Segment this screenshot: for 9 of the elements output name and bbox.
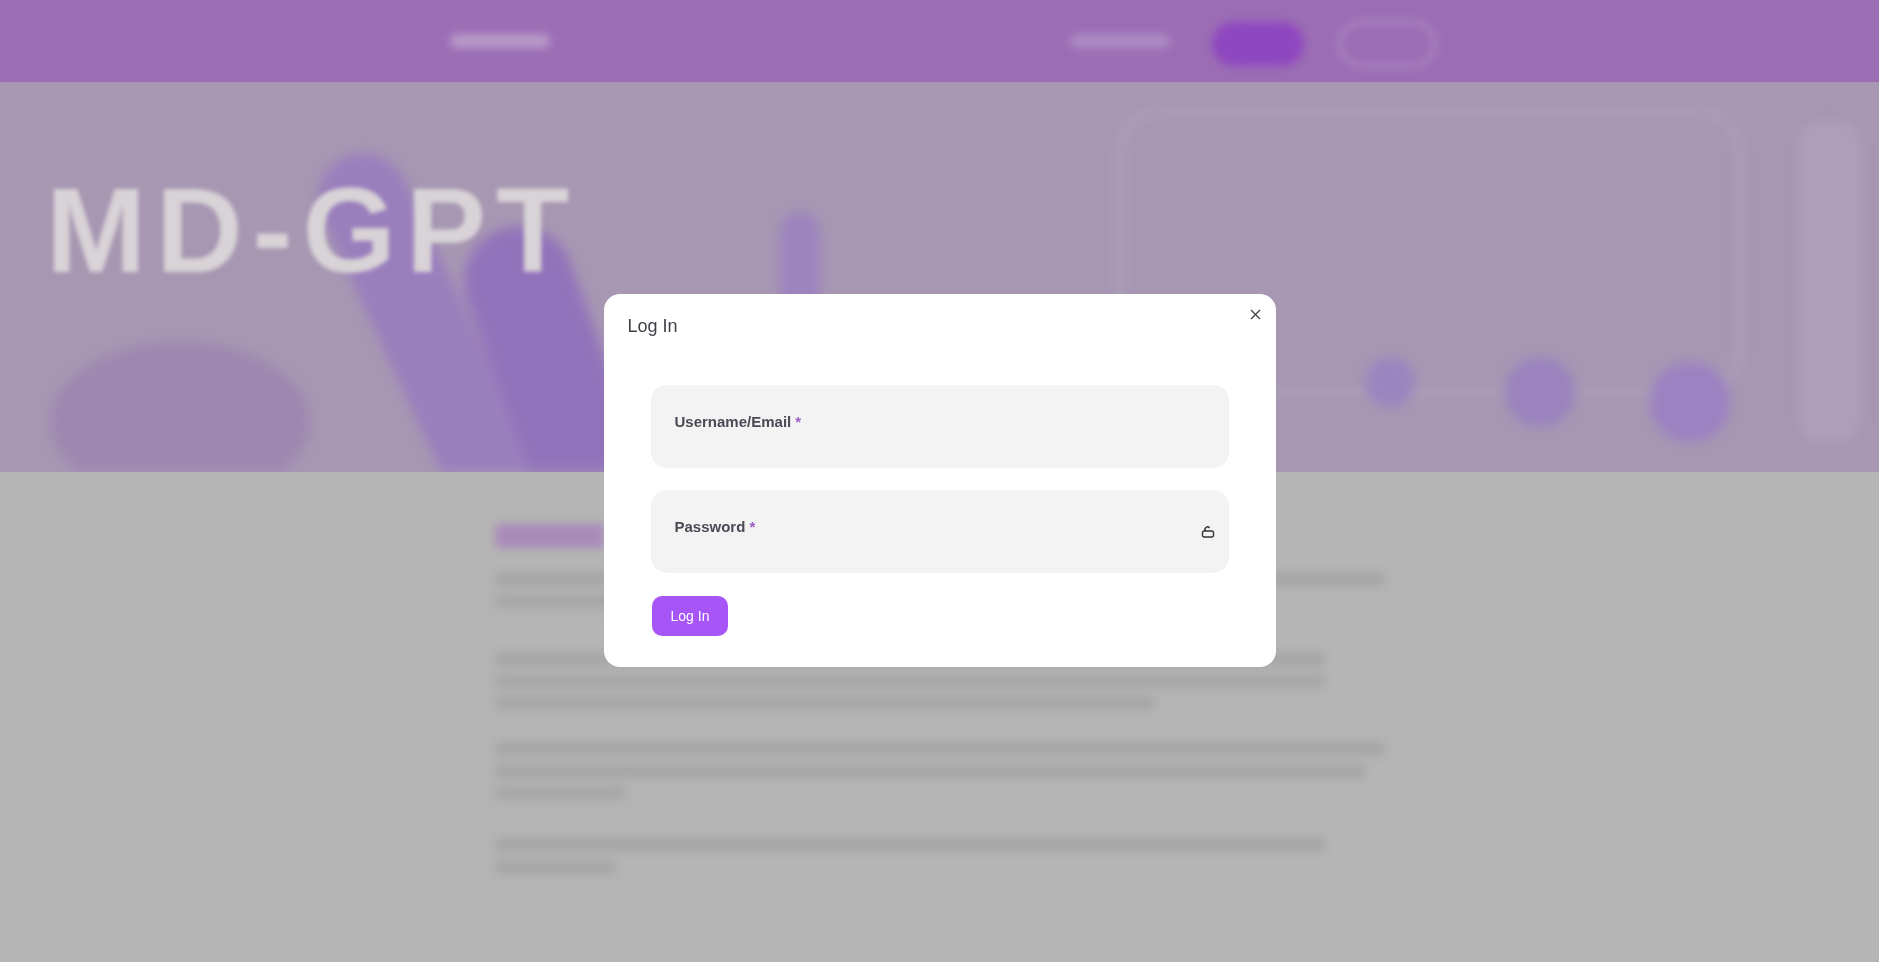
required-mark: * [795,412,802,432]
field-label: Password [674,517,746,537]
login-button[interactable]: Log In [651,596,729,636]
input-field[interactable]: Password * [650,490,1229,573]
dialog-title: Log In [627,315,678,338]
hero-title: MD-GPT [46,162,580,299]
required-mark: * [749,517,756,537]
input-field[interactable]: Username/Email * [650,385,1229,468]
field-label: Username/Email [674,412,792,432]
